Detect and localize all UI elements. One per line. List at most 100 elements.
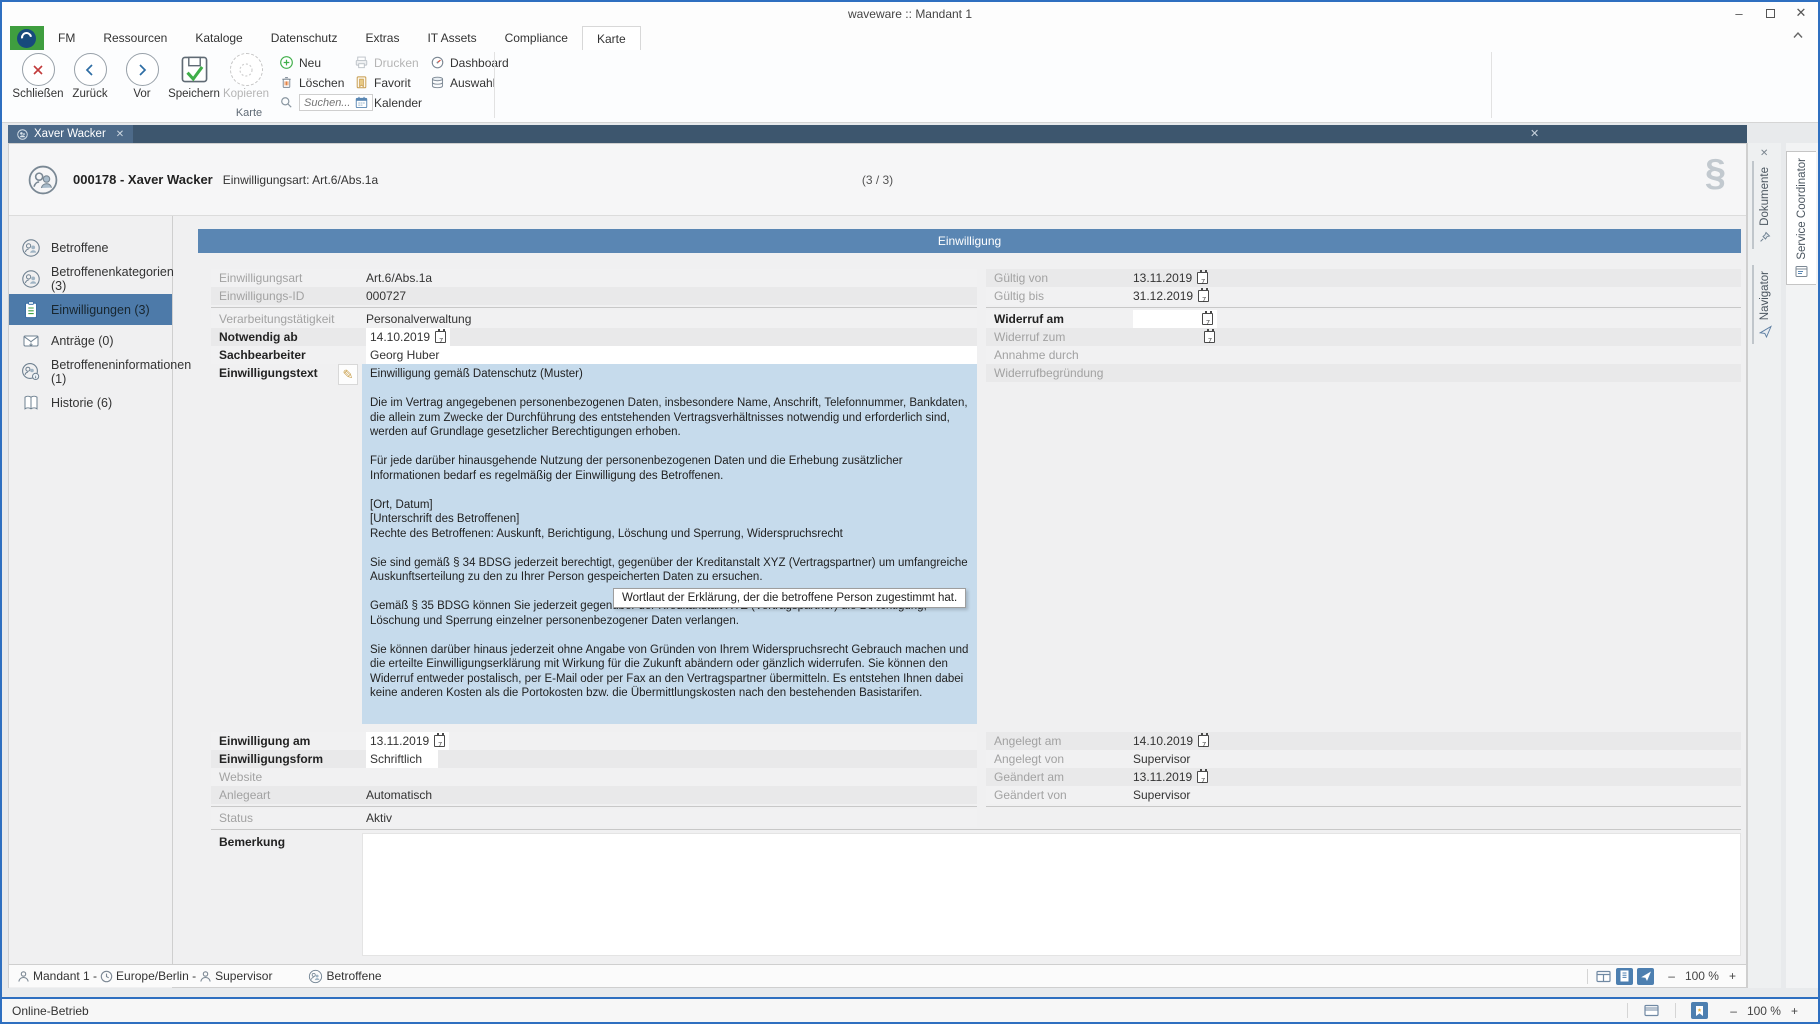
calendar-icon[interactable] (1202, 313, 1213, 325)
sidebar-item-einwilligungen[interactable]: Einwilligungen (3) (9, 294, 172, 325)
section-header: Einwilligung (198, 229, 1741, 253)
save-button[interactable]: Speichern (168, 53, 220, 100)
document-view-icon[interactable] (1616, 968, 1633, 985)
printer-icon (354, 55, 369, 70)
ribbon-tab-it-assets[interactable]: IT Assets (413, 26, 490, 50)
sidebar-item-label: Einwilligungen (3) (51, 303, 150, 317)
people-icon (21, 238, 41, 258)
clipboard-icon (21, 300, 41, 320)
sidebar-item-antraege[interactable]: Anträge (0) (9, 325, 172, 356)
copy-button: Kopieren (220, 53, 272, 100)
calendar-icon[interactable] (1197, 771, 1208, 783)
close-circle-icon (22, 53, 55, 86)
ribbon-group-label: Karte (10, 107, 488, 119)
field-label: Widerrufbegründung (986, 364, 1129, 382)
layout-grid-icon[interactable] (1595, 968, 1612, 985)
navigator-view-icon[interactable] (1637, 968, 1654, 985)
calendar-icon[interactable] (1197, 272, 1208, 284)
sidebar-item-betroffeneninformationen[interactable]: Betroffeneninformationen (1) (9, 356, 172, 387)
calendar-icon[interactable] (1204, 331, 1215, 343)
forward-circle-icon (126, 53, 159, 86)
close-icon[interactable]: ✕ (1790, 3, 1812, 23)
new-label: Neu (299, 56, 321, 70)
window-border-left (0, 0, 2, 1024)
field-separator (211, 305, 977, 310)
clock-icon (100, 970, 113, 983)
person-icon (199, 970, 212, 983)
edge-panel-strip: Service Coordinator (1786, 143, 1818, 997)
ribbon-tab-kataloge[interactable]: Kataloge (181, 26, 256, 50)
sidebar-item-betroffenenkategorien[interactable]: Betroffenenkategorien (3) (9, 263, 172, 294)
minimize-icon[interactable]: – (1728, 3, 1750, 23)
person-icon (17, 970, 30, 983)
sidebar-item-betroffene[interactable]: Betroffene (9, 232, 172, 263)
field-separator (211, 829, 1741, 830)
document-tab[interactable]: Xaver Wacker ✕ (8, 125, 133, 143)
print-label: Drucken (374, 56, 419, 70)
zoom-in-button[interactable]: + (1729, 969, 1736, 983)
selection-button[interactable]: Auswahl (430, 74, 509, 91)
zoom-level: 100 % (1685, 969, 1719, 983)
text-input[interactable]: Georg Huber (366, 346, 977, 364)
field-value: Automatisch (362, 786, 977, 804)
field-separator (986, 804, 1741, 809)
close-tab-icon[interactable]: ✕ (116, 129, 124, 140)
tabbar-close-icon[interactable]: ✕ (1530, 127, 1539, 140)
zoom-out-button[interactable]: – (1668, 969, 1675, 983)
favorite-button[interactable]: Favorit (354, 74, 422, 91)
ribbon-tab-extras[interactable]: Extras (351, 26, 413, 50)
layout-grid-icon[interactable] (1643, 1002, 1660, 1019)
dashboard-button[interactable]: Dashboard (430, 54, 509, 71)
window-border-top (0, 0, 1820, 2)
forward-button[interactable]: Vor (116, 53, 168, 100)
dock-close-icon[interactable]: ✕ (1760, 148, 1768, 159)
field-value: Art.6/Abs.1a (362, 269, 977, 287)
person-tab-icon (17, 129, 28, 140)
connection-mode: Online-Betrieb (12, 1004, 89, 1018)
consent-textarea[interactable]: Einwilligung gemäß Datenschutz (Muster) … (362, 364, 977, 724)
ribbon-tab-fm[interactable]: FM (44, 26, 89, 50)
text-field: Schriftlich (362, 750, 977, 768)
field-label: Angelegt von (986, 750, 1129, 768)
app-logo[interactable] (10, 26, 44, 50)
bookmark-icon (354, 75, 369, 90)
calendar-icon[interactable] (1198, 735, 1209, 747)
panel-tab-service-coordinator[interactable]: Service Coordinator (1786, 151, 1816, 285)
date-field: 13.11.2019 (362, 732, 977, 750)
text-input[interactable]: Schriftlich (366, 750, 438, 768)
back-label: Zurück (72, 88, 107, 100)
zoom-in-button[interactable]: + (1791, 1004, 1798, 1018)
field-value: Supervisor (1129, 750, 1741, 768)
date-input[interactable]: 14.10.2019 (366, 328, 450, 346)
bookmark-view-icon[interactable] (1691, 1002, 1708, 1019)
ribbon-tab-datenschutz[interactable]: Datenschutz (257, 26, 352, 50)
maximize-icon[interactable] (1759, 3, 1781, 23)
zoom-out-button[interactable]: – (1730, 1004, 1737, 1018)
field-label: Geändert von (986, 786, 1129, 804)
window-title: waveware :: Mandant 1 (848, 7, 972, 21)
ribbon-tab-strip: FM Ressourcen Kataloge Datenschutz Extra… (2, 26, 1818, 50)
edit-pencil-button[interactable]: ✎ (338, 364, 358, 385)
calendar-icon[interactable] (435, 331, 446, 343)
envelope-icon (21, 331, 41, 351)
back-button[interactable]: Zurück (64, 53, 116, 100)
date-field: 14.10.2019 (1129, 732, 1741, 750)
ribbon-tab-karte[interactable]: Karte (582, 26, 641, 50)
remark-textarea[interactable] (362, 833, 1741, 956)
plus-circle-icon (279, 55, 294, 70)
close-card-button[interactable]: Schließen (12, 53, 64, 100)
calendar-icon[interactable] (1198, 290, 1209, 302)
ribbon-tab-ressourcen[interactable]: Ressourcen (89, 26, 181, 50)
panel-tab-dokumente[interactable]: Dokumente (1752, 161, 1776, 249)
date-input[interactable] (1133, 310, 1217, 328)
record-card: 000178 - Xaver Wacker Einwilligungsart: … (8, 143, 1747, 988)
panel-tab-navigator[interactable]: Navigator (1752, 265, 1776, 344)
close-card-label: Schließen (12, 88, 63, 100)
fields-right-bottom: Angelegt am 14.10.2019 Angelegt von Supe… (986, 732, 1741, 809)
date-input[interactable]: 13.11.2019 (366, 732, 449, 750)
database-icon (430, 75, 445, 90)
collapse-ribbon-icon[interactable] (1792, 31, 1804, 39)
ribbon-tab-compliance[interactable]: Compliance (491, 26, 582, 50)
calendar-icon[interactable] (434, 735, 445, 747)
sidebar-item-historie[interactable]: Historie (6) (9, 387, 172, 418)
